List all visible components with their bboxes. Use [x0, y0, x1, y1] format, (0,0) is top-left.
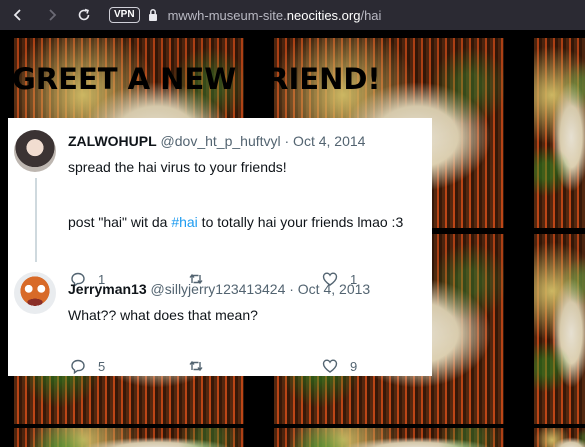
tweet-text-part: to totally hai your friends lmao :3	[197, 214, 404, 230]
hashtag-link[interactable]: #hai	[171, 214, 197, 230]
reply-icon	[71, 359, 85, 374]
tweet-text: What?? what does that mean?	[68, 307, 258, 323]
reload-icon[interactable]	[75, 6, 93, 24]
reply-count: 5	[98, 358, 106, 374]
background-tile-image	[274, 428, 504, 447]
background-tile-image	[534, 38, 585, 228]
forward-icon[interactable]	[43, 6, 61, 24]
back-icon[interactable]	[9, 6, 27, 24]
heart-icon	[322, 359, 338, 373]
background-tile-image	[534, 234, 585, 424]
like-count: 9	[350, 358, 358, 374]
tweet-text-part: post "hai" wit da	[68, 214, 172, 230]
author-handle-date[interactable]: @dov_ht_p_huftvyl · Oct 4, 2014	[161, 133, 366, 149]
avatar[interactable]	[14, 130, 56, 172]
tweet-actions: 5 9	[70, 358, 370, 376]
retweet-icon	[189, 360, 203, 372]
address-bar[interactable]: mwwh-museum-site.neocities.org/hai	[168, 8, 382, 23]
tweet-thread-card: ZALWOHUPL @dov_ht_p_huftvyl · Oct 4, 201…	[8, 118, 432, 376]
page-content: GREET A NEW FRIEND! ZALWOHUPL @dov_ht_p_…	[0, 30, 585, 447]
background-tile-image	[14, 428, 244, 447]
author-handle-date[interactable]: @sillyjerry123413424 · Oct 4, 2013	[151, 281, 371, 297]
author-name[interactable]: ZALWOHUPL	[68, 133, 157, 149]
page-banner: GREET A NEW FRIEND!	[12, 62, 381, 96]
thread-connector	[35, 178, 37, 262]
retweet-button[interactable]	[188, 358, 216, 374]
tweet-header: Jerryman13 @sillyjerry123413424 · Oct 4,…	[68, 281, 370, 297]
lock-icon[interactable]	[148, 8, 158, 22]
tweet-header: ZALWOHUPL @dov_ht_p_huftvyl · Oct 4, 201…	[68, 133, 365, 149]
avatar[interactable]	[14, 272, 56, 314]
vpn-badge[interactable]: VPN	[109, 7, 140, 23]
author-name[interactable]: Jerryman13	[68, 281, 147, 297]
background-tile-image	[534, 428, 585, 447]
like-button[interactable]: 9	[322, 358, 357, 374]
reply-button[interactable]: 5	[70, 358, 105, 374]
url-host: neocities.org	[286, 7, 361, 23]
url-path: /hai	[360, 7, 382, 23]
tweet-text: spread the hai virus to your friends!	[68, 159, 287, 175]
url-prefix: mwwh-museum-site.	[167, 7, 287, 23]
browser-toolbar: VPN mwwh-museum-site.neocities.org/hai	[0, 0, 585, 30]
tweet-text: post "hai" wit da #hai to totally hai yo…	[68, 214, 403, 230]
